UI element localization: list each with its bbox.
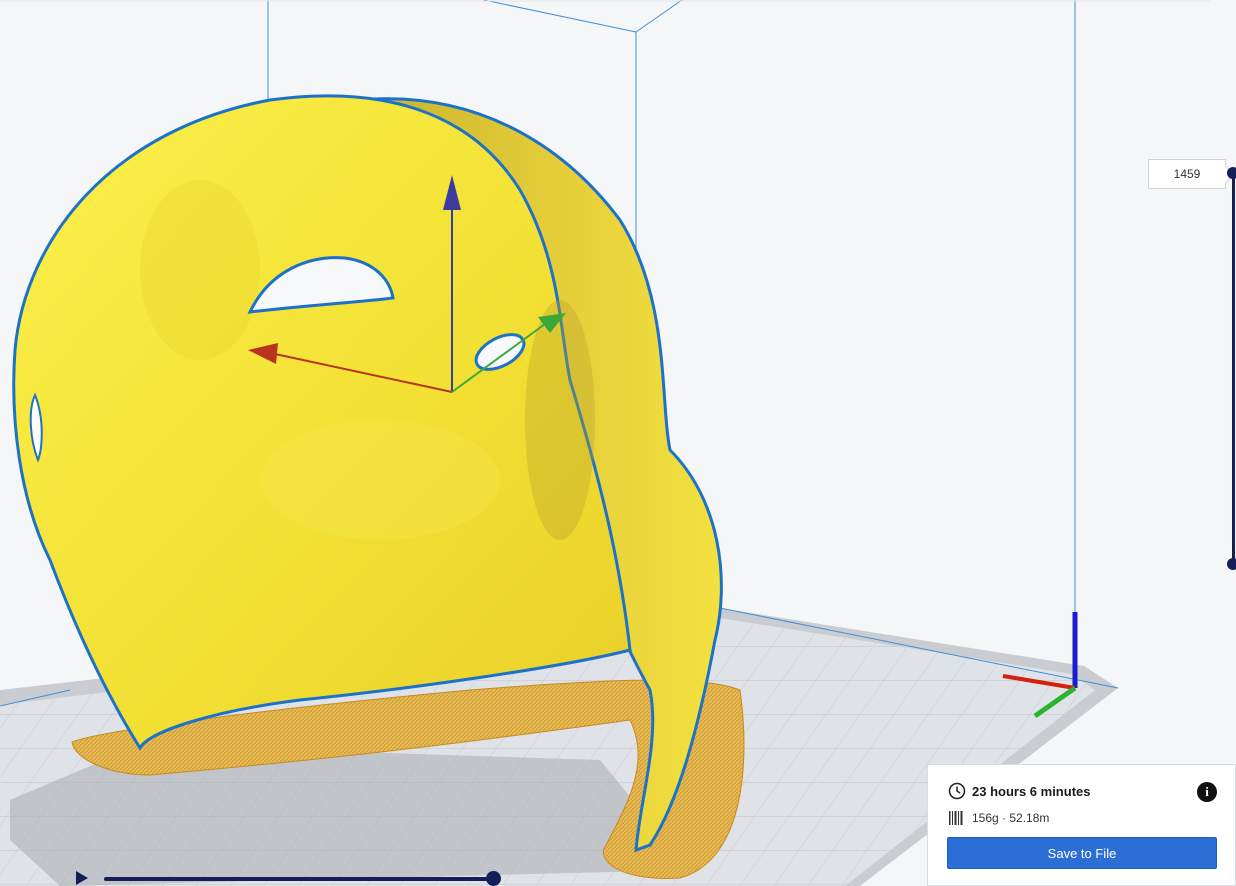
print-info-panel: 23 hours 6 minutes i 156g · 52.18m Save … [927,764,1236,886]
layer-slider-top-handle[interactable] [1227,167,1236,179]
print-time-row: 23 hours 6 minutes [948,782,1090,800]
filament-icon [949,811,963,825]
layer-slider-track[interactable] [1232,174,1235,566]
info-icon[interactable]: i [1197,782,1217,802]
build-plate-viewport[interactable] [0,0,1236,886]
save-to-file-button[interactable]: Save to File [947,837,1217,869]
simulation-slider-handle[interactable] [486,871,501,886]
simulation-slider-track[interactable] [104,877,494,881]
print-time: 23 hours 6 minutes [972,783,1091,799]
material-usage: 156g · 52.18m [972,811,1050,825]
material-usage-row: 156g · 52.18m [948,810,1049,826]
layer-slider-bottom-handle[interactable] [1227,558,1236,570]
current-layer-input[interactable]: 1459 [1148,159,1226,189]
play-icon[interactable] [76,871,88,885]
clock-icon [948,782,966,800]
